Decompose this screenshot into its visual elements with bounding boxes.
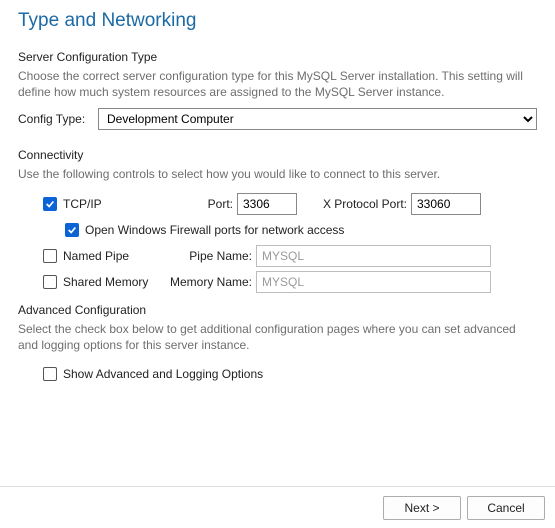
footer: Next > Cancel	[0, 486, 555, 528]
server-config-heading: Server Configuration Type	[18, 50, 537, 64]
connectivity-heading: Connectivity	[18, 148, 537, 162]
cancel-button[interactable]: Cancel	[467, 496, 545, 520]
xprotocol-port-input[interactable]	[411, 193, 481, 215]
connectivity-desc: Use the following controls to select how…	[18, 166, 537, 182]
show-advanced-label: Show Advanced and Logging Options	[63, 367, 263, 381]
port-input[interactable]	[237, 193, 297, 215]
config-type-select[interactable]: Development Computer	[98, 108, 537, 130]
shared-memory-checkbox[interactable]	[43, 275, 57, 289]
firewall-label: Open Windows Firewall ports for network …	[85, 223, 344, 237]
firewall-checkbox[interactable]	[65, 223, 79, 237]
shared-memory-label: Shared Memory	[63, 275, 161, 289]
check-icon	[67, 225, 77, 235]
tcpip-label: TCP/IP	[63, 197, 143, 211]
advanced-heading: Advanced Configuration	[18, 303, 537, 317]
show-advanced-checkbox[interactable]	[43, 367, 57, 381]
pipe-name-label: Pipe Name:	[161, 249, 256, 263]
named-pipe-label: Named Pipe	[63, 249, 161, 263]
pipe-name-input	[256, 245, 491, 267]
port-label: Port:	[173, 197, 237, 211]
named-pipe-checkbox[interactable]	[43, 249, 57, 263]
advanced-desc: Select the check box below to get additi…	[18, 321, 537, 353]
memory-name-label: Memory Name:	[161, 275, 256, 289]
check-icon	[45, 199, 55, 209]
tcpip-checkbox[interactable]	[43, 197, 57, 211]
server-config-desc: Choose the correct server configuration …	[18, 68, 537, 100]
next-button[interactable]: Next >	[383, 496, 461, 520]
config-type-label: Config Type:	[18, 112, 92, 126]
page-title: Type and Networking	[18, 10, 537, 32]
memory-name-input	[256, 271, 491, 293]
xprotocol-port-label: X Protocol Port:	[311, 197, 411, 211]
